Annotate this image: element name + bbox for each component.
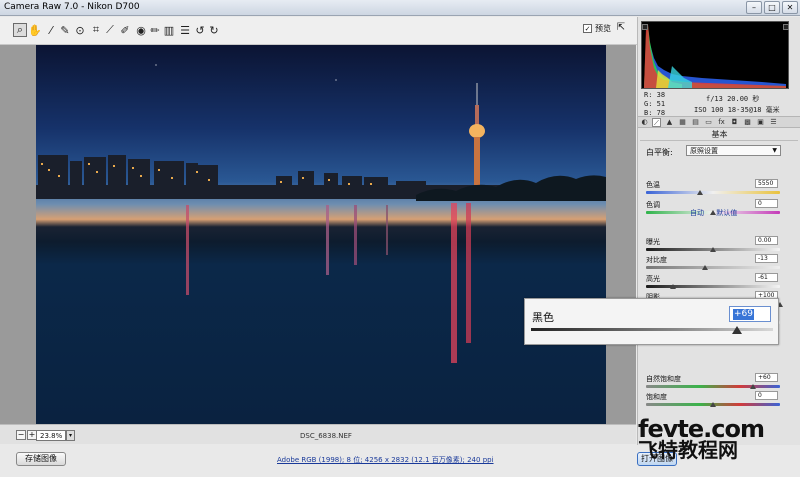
color-sampler-icon[interactable]: ✎: [58, 23, 72, 37]
zoom-dropdown-icon[interactable]: ▾: [66, 430, 75, 441]
shadow-clipping-toggle[interactable]: [642, 24, 648, 30]
section-title: 基本: [711, 130, 728, 139]
slider-thumb[interactable]: [750, 384, 757, 389]
histogram: [641, 21, 789, 89]
preferences-icon[interactable]: ☰: [178, 23, 192, 37]
slider-label: 饱和度: [646, 393, 667, 401]
adjustment-brush-icon[interactable]: ✏: [148, 23, 162, 37]
rotate-ccw-icon[interactable]: ↺: [193, 23, 207, 37]
spot-removal-icon[interactable]: ✐: [118, 23, 132, 37]
slider-track[interactable]: [646, 285, 780, 288]
default-link[interactable]: 默认值: [716, 209, 737, 217]
window-controls: – □ ✕: [746, 1, 798, 14]
tab-hsl-icon[interactable]: ▦: [678, 118, 687, 127]
slider-label: 高光: [646, 275, 660, 283]
tab-lens-icon[interactable]: ▭: [704, 118, 713, 127]
slider-thumb[interactable]: [710, 402, 716, 407]
white-balance-value: 原照设置: [690, 147, 718, 155]
tab-camera-calibration-icon[interactable]: ◘: [730, 118, 739, 127]
white-balance-select[interactable]: 原照设置 ▼: [686, 145, 781, 156]
readout-g: G: 51: [644, 100, 666, 108]
save-image-button[interactable]: 存储图像: [16, 452, 66, 466]
preview-label: 预览: [595, 24, 611, 33]
slider-value-field[interactable]: 0: [755, 391, 778, 400]
target-adjust-icon[interactable]: ⊙: [73, 23, 87, 37]
blacks-value: +69: [733, 309, 754, 320]
zoom-level-field[interactable]: 23.8%: [36, 430, 66, 441]
tab-tone-curve-icon[interactable]: ⟋: [652, 118, 661, 127]
tab-menu-icon[interactable]: ☰: [769, 118, 778, 127]
slider-value-field[interactable]: 0: [755, 199, 778, 208]
slider-label: 对比度: [646, 256, 667, 264]
tab-detail-icon[interactable]: ▲: [665, 118, 674, 127]
slider-track[interactable]: [646, 385, 780, 388]
preview-checkbox[interactable]: ✓ 预览: [583, 23, 611, 34]
highlight-clipping-toggle[interactable]: [783, 24, 789, 30]
auto-link[interactable]: 自动: [690, 209, 704, 217]
crop-icon[interactable]: ⌗: [89, 23, 103, 37]
divider: [640, 140, 798, 141]
window-title: Camera Raw 7.0 - Nikon D700: [4, 2, 140, 12]
slider-track[interactable]: [646, 266, 780, 269]
preview-status-bar: − + 23.8% ▾ DSC_6838.NEF: [0, 424, 636, 444]
exif-aperture-shutter: f/13 20.00 秒: [706, 95, 760, 103]
straighten-icon[interactable]: ⟋: [103, 23, 117, 37]
tab-presets-icon[interactable]: ▩: [743, 118, 752, 127]
exif-iso-lens: ISO 100 18-35@18 毫米: [694, 106, 780, 114]
slider-thumb[interactable]: [710, 247, 716, 252]
close-icon[interactable]: ✕: [782, 1, 798, 14]
fullscreen-icon[interactable]: ⇱: [614, 22, 628, 36]
title-bar: Camera Raw 7.0 - Nikon D700 – □ ✕: [0, 0, 800, 16]
slider-value-field[interactable]: 0.00: [755, 236, 778, 245]
preview-checkbox-box[interactable]: ✓: [583, 24, 592, 33]
red-eye-icon[interactable]: ◉: [134, 23, 148, 37]
photo-preview: [36, 45, 606, 424]
camera-raw-window: Camera Raw 7.0 - Nikon D700 – □ ✕ ⌕ ✋ ⁄ …: [0, 0, 800, 477]
zoom-tool-icon[interactable]: ⌕: [13, 23, 27, 37]
auto-default-row: 自动 默认值: [690, 208, 747, 218]
slider-label: 色温: [646, 181, 660, 189]
slider-thumb[interactable]: [669, 284, 676, 289]
slider-label: 曝光: [646, 238, 660, 246]
adjustment-panel: R: 38 G: 51 B: 78 f/13 20.00 秒 ISO 100 1…: [637, 17, 800, 445]
file-name: DSC_6838.NEF: [300, 432, 352, 440]
watermark: fevte.com 飞特教程网: [638, 417, 765, 462]
white-balance-tool-icon[interactable]: ⁄: [44, 23, 58, 37]
tab-effects-icon[interactable]: fx: [717, 118, 726, 127]
graduated-filter-icon[interactable]: ▥: [162, 23, 176, 37]
blacks-value-field[interactable]: +69: [729, 306, 771, 322]
readout-r: R: 38: [644, 91, 666, 99]
histogram-graph: [644, 24, 786, 88]
blacks-slider-thumb[interactable]: [731, 326, 742, 334]
preview-area[interactable]: [0, 45, 636, 424]
slider-label: 自然饱和度: [646, 375, 681, 383]
slider-value-field[interactable]: +60: [755, 373, 778, 382]
tab-snapshots-icon[interactable]: ▣: [756, 118, 765, 127]
workflow-options-link[interactable]: Adobe RGB (1998); 8 位; 4256 x 2832 (12.1…: [277, 455, 494, 465]
blacks-label: 黑色: [532, 311, 554, 324]
hand-tool-icon[interactable]: ✋: [28, 23, 42, 37]
watermark-site-name: 飞特教程网: [638, 438, 738, 462]
tool-bar: ⌕ ✋ ⁄ ✎ ⊙ ⌗ ⟋ ✐ ◉ ✏ ▥ ☰ ↺ ↻ ✓ 预览 ⇱: [0, 17, 637, 45]
slider-value-field[interactable]: -61: [755, 273, 778, 282]
night-cityscape-image: [36, 64, 606, 363]
maximize-icon[interactable]: □: [764, 1, 780, 14]
minimize-icon[interactable]: –: [746, 1, 762, 14]
slider-value-field[interactable]: -13: [755, 254, 778, 263]
slider-label: 色调: [646, 201, 660, 209]
tab-split-toning-icon[interactable]: ▤: [691, 118, 700, 127]
white-balance-label: 白平衡:: [646, 148, 673, 157]
blacks-slider-callout: 黑色 +69: [524, 298, 779, 345]
slider-thumb[interactable]: [701, 265, 708, 270]
rotate-cw-icon[interactable]: ↻: [207, 23, 221, 37]
zoom-out-button[interactable]: −: [16, 430, 26, 440]
slider-track[interactable]: [646, 191, 780, 194]
tab-basic-icon[interactable]: ◐: [640, 118, 649, 127]
panel-tabs: ◐ ⟋ ▲ ▦ ▤ ▭ fx ◘ ▩ ▣ ☰: [638, 116, 800, 128]
chevron-down-icon: ▼: [772, 147, 777, 154]
slider-value-field[interactable]: 5550: [755, 179, 778, 188]
slider-thumb[interactable]: [696, 190, 703, 195]
